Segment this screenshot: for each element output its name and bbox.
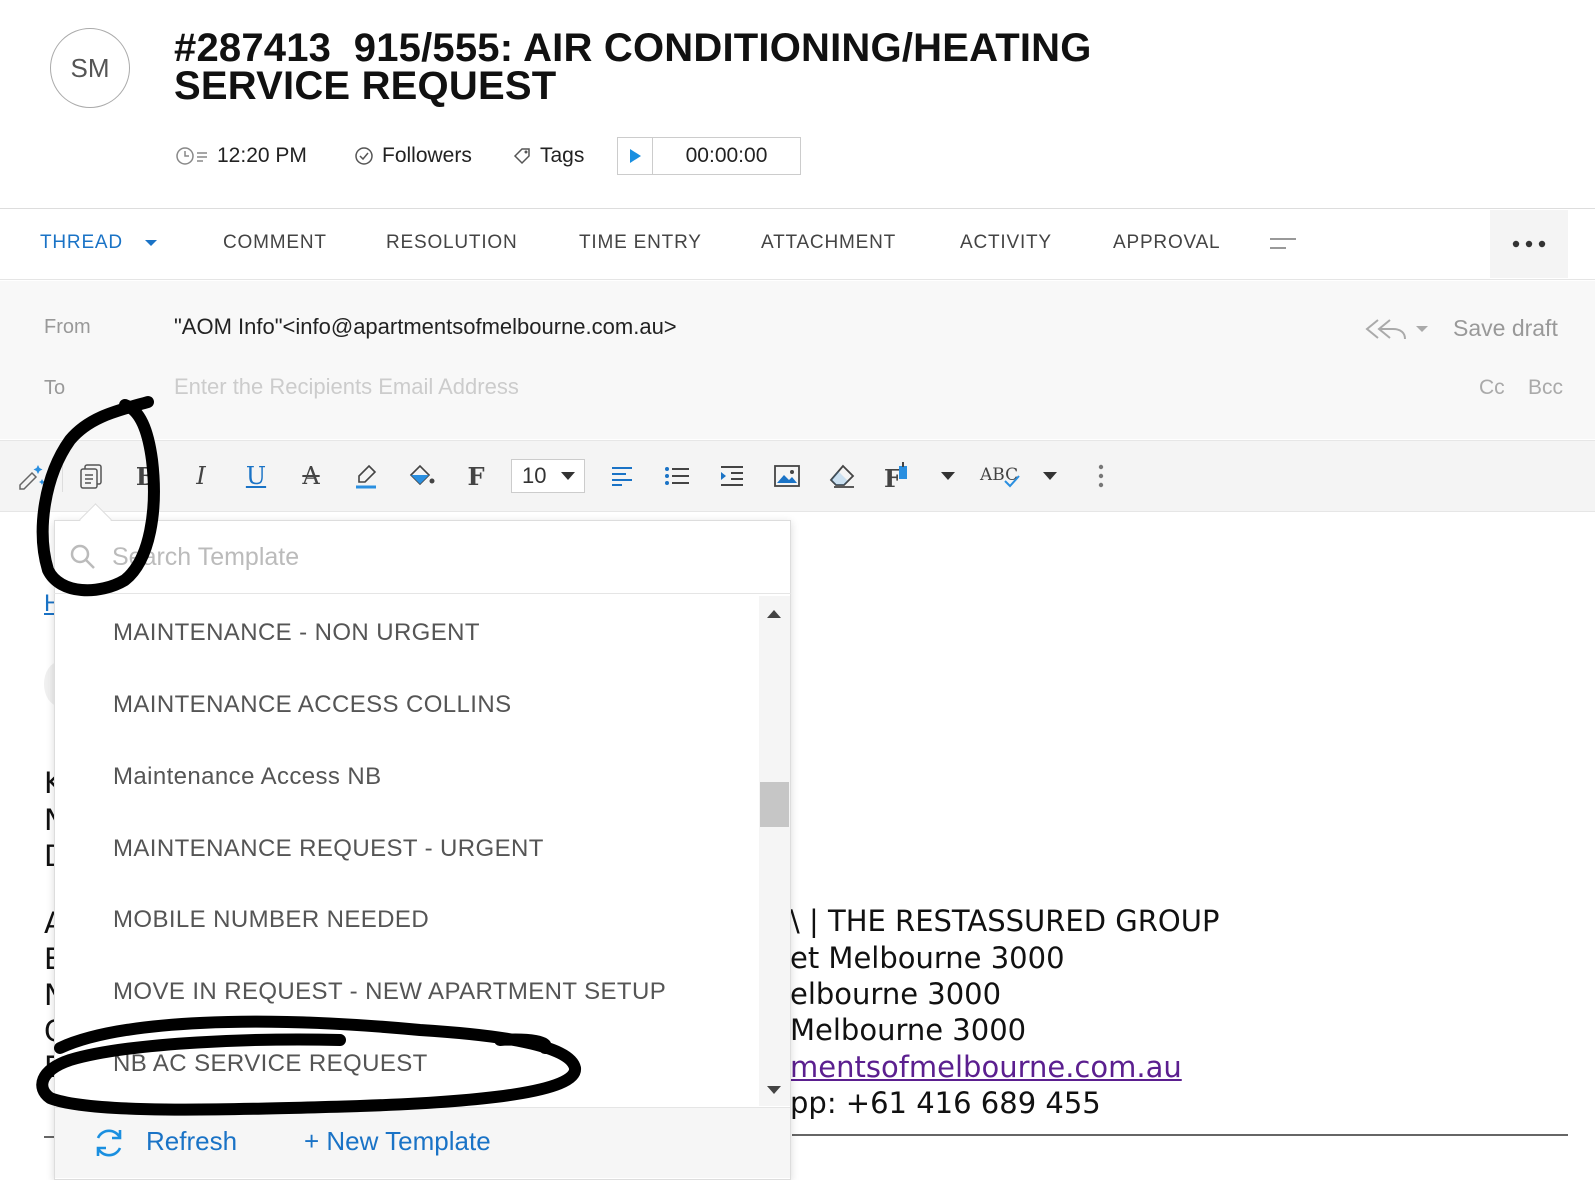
text-color-icon[interactable] bbox=[348, 458, 384, 494]
format-menu-chevron-icon[interactable] bbox=[930, 458, 966, 494]
bullet-list-icon[interactable] bbox=[659, 458, 695, 494]
tab-approval[interactable]: APPROVAL bbox=[1113, 232, 1220, 254]
tags-button[interactable]: Tags bbox=[512, 144, 584, 168]
refresh-button[interactable]: Refresh bbox=[146, 1126, 237, 1157]
spellcheck-chevron-icon[interactable] bbox=[1032, 458, 1068, 494]
from-label: From bbox=[44, 316, 91, 338]
template-item[interactable]: MOBILE NUMBER NEEDED bbox=[113, 906, 429, 934]
strikethrough-icon[interactable]: A bbox=[293, 458, 329, 494]
more-options-button[interactable] bbox=[1490, 210, 1568, 278]
bold-icon[interactable]: B bbox=[128, 458, 164, 494]
due-time-label: 12:20 PM bbox=[217, 144, 307, 167]
template-item[interactable]: MAINTENANCE - NON URGENT bbox=[113, 619, 480, 647]
signature-divider bbox=[792, 1134, 1568, 1136]
to-label: To bbox=[44, 377, 66, 399]
scroll-down-arrow-icon[interactable] bbox=[766, 1082, 782, 1100]
search-icon bbox=[70, 544, 95, 569]
more-tools-icon[interactable] bbox=[1083, 458, 1119, 494]
align-left-icon[interactable] bbox=[604, 458, 640, 494]
tab-time-entry[interactable]: TIME ENTRY bbox=[579, 232, 702, 254]
indent-icon[interactable] bbox=[714, 458, 750, 494]
clock-icon bbox=[176, 147, 207, 165]
background-color-icon[interactable] bbox=[403, 458, 439, 494]
time-tracker[interactable]: 00:00:00 bbox=[617, 137, 801, 175]
due-time[interactable]: 12:20 PM bbox=[175, 144, 307, 168]
svg-text:F: F bbox=[884, 464, 901, 490]
font-family-icon[interactable]: F bbox=[458, 458, 494, 494]
compose-header bbox=[0, 281, 1595, 439]
cc-button[interactable]: Cc bbox=[1479, 376, 1505, 400]
template-icon[interactable] bbox=[73, 458, 109, 494]
tags-label: Tags bbox=[540, 144, 585, 167]
more-tabs-icon[interactable] bbox=[1270, 236, 1298, 257]
template-item[interactable]: MOVE IN REQUEST - NEW APARTMENT SETUP bbox=[113, 978, 666, 1006]
check-circle-icon bbox=[355, 147, 373, 165]
ellipsis-icon bbox=[1512, 240, 1546, 248]
dropdown-scrollbar[interactable] bbox=[759, 596, 790, 1106]
tab-thread-label: THREAD bbox=[40, 232, 123, 253]
tab-resolution[interactable]: RESOLUTION bbox=[386, 232, 518, 254]
tab-comment[interactable]: COMMENT bbox=[223, 232, 327, 254]
from-field[interactable]: "AOM Info"<info@apartmentsofmelbourne.co… bbox=[174, 314, 677, 340]
chevron-down-icon bbox=[145, 240, 158, 246]
ticket-title: #287413 915/555: AIR CONDITIONING/HEATIN… bbox=[174, 24, 1274, 110]
eraser-icon[interactable] bbox=[824, 458, 860, 494]
followers-button[interactable]: Followers bbox=[354, 144, 472, 168]
spellcheck-icon[interactable]: ABC bbox=[978, 458, 1024, 494]
scrollbar-thumb[interactable] bbox=[760, 782, 789, 827]
template-search-input[interactable] bbox=[110, 538, 754, 576]
signature-company: \ | THE RESTASSURED GROUP bbox=[790, 904, 1220, 938]
tag-icon bbox=[513, 148, 530, 165]
chevron-down-icon bbox=[561, 472, 575, 480]
underline-icon[interactable]: U bbox=[238, 458, 274, 494]
toolbar-divider bbox=[62, 462, 63, 492]
reply-all-icon[interactable] bbox=[1364, 316, 1430, 347]
bcc-button[interactable]: Bcc bbox=[1528, 376, 1563, 400]
play-button[interactable] bbox=[618, 138, 653, 174]
signature-phone: pp: +61 416 689 455 bbox=[790, 1086, 1101, 1120]
ai-assist-icon[interactable] bbox=[14, 458, 50, 494]
signature-address-2: elbourne 3000 bbox=[790, 977, 1002, 1011]
tab-activity[interactable]: ACTIVITY bbox=[960, 232, 1052, 254]
tab-thread[interactable]: THREAD bbox=[40, 232, 159, 254]
tab-attachment[interactable]: ATTACHMENT bbox=[761, 232, 896, 254]
font-size-select[interactable]: 10 bbox=[511, 459, 585, 493]
template-item[interactable]: MAINTENANCE ACCESS COLLINS bbox=[113, 691, 512, 719]
insert-image-icon[interactable] bbox=[769, 458, 805, 494]
timer-value: 00:00:00 bbox=[685, 144, 768, 167]
signature-address-1: et Melbourne 3000 bbox=[790, 941, 1065, 975]
signature-address-3: Melbourne 3000 bbox=[790, 1013, 1027, 1047]
italic-icon[interactable]: I bbox=[183, 458, 219, 494]
new-template-button[interactable]: + New Template bbox=[304, 1126, 491, 1157]
avatar[interactable]: SM bbox=[50, 28, 130, 108]
avatar-initials: SM bbox=[70, 52, 110, 83]
font-size-value: 10 bbox=[522, 463, 547, 488]
template-item[interactable]: MAINTENANCE REQUEST - URGENT bbox=[113, 835, 544, 863]
template-search-bar bbox=[54, 520, 791, 594]
scroll-up-arrow-icon[interactable] bbox=[766, 606, 782, 624]
signature-website-link[interactable]: mentsofmelbourne.com.au bbox=[790, 1050, 1182, 1084]
save-draft-button[interactable]: Save draft bbox=[1453, 315, 1558, 342]
to-input[interactable]: Enter the Recipients Email Address bbox=[174, 374, 519, 400]
refresh-icon[interactable] bbox=[92, 1126, 126, 1165]
format-painter-icon[interactable]: F bbox=[879, 458, 915, 494]
followers-label: Followers bbox=[382, 144, 472, 167]
play-icon bbox=[630, 149, 641, 163]
template-item[interactable]: NB AC SERVICE REQUEST bbox=[113, 1050, 428, 1078]
spellcheck-label: ABC bbox=[979, 465, 1018, 485]
template-item[interactable]: Maintenance Access NB bbox=[113, 763, 382, 791]
